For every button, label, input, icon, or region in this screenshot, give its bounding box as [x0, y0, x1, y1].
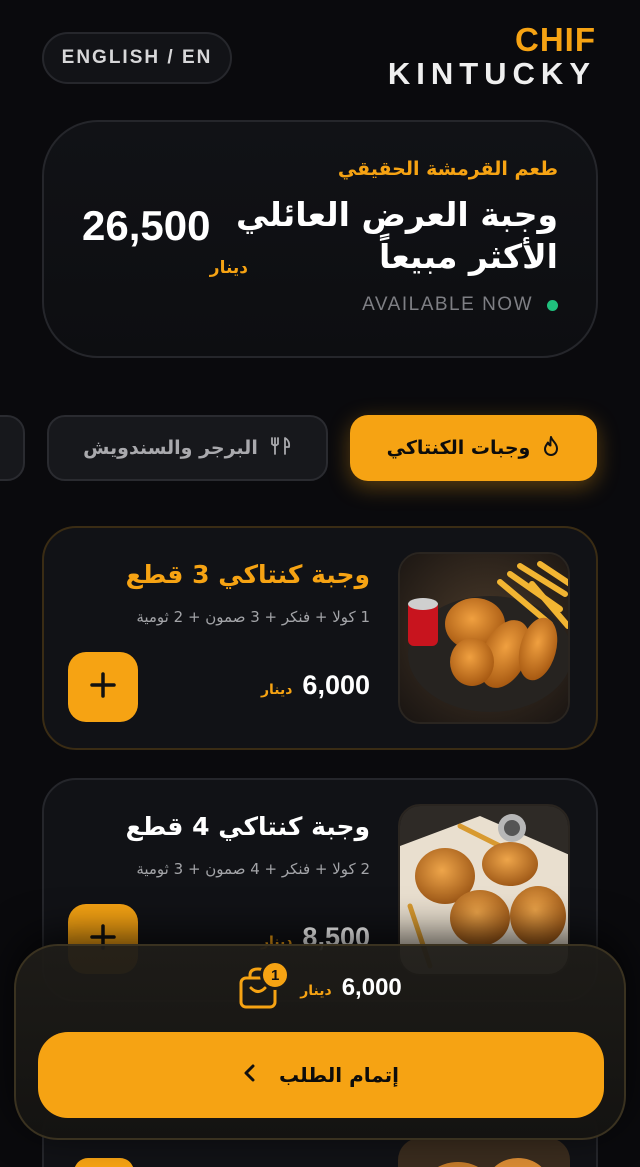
featured-offer-title: وجبة العرض العائلي الأكثر مبيعاً [236, 195, 558, 276]
tab-burgers-sandwiches-label: البرجر والسندويش [83, 437, 258, 459]
tab-next-partial[interactable] [0, 415, 25, 481]
product-description: 2 كولا + فنكر + 4 صمون + 3 ثومية [136, 860, 370, 878]
brand-logo-bottom: KINTUCKY [387, 56, 596, 91]
cart-button[interactable]: 1 [238, 960, 291, 1010]
chevron-left-icon [243, 1063, 257, 1087]
fork-knife-icon [270, 436, 292, 461]
plus-icon [89, 671, 117, 703]
featured-offer-price: 26,500 [82, 202, 211, 249]
add-to-cart-button[interactable] [74, 1158, 134, 1167]
availability-status: AVAILABLE NOW [362, 294, 558, 316]
cart-count-badge: 1 [260, 960, 291, 990]
brand-logo-top: CHIF [515, 21, 596, 58]
availability-status-text: AVAILABLE NOW [362, 294, 533, 315]
cart-total-value: 6,000 [341, 974, 402, 1001]
product-image [398, 552, 570, 724]
featured-offer-tagline: طعم القرمشة الحقيقي [337, 158, 558, 180]
checkout-button-label: إتمام الطلب [278, 1063, 400, 1087]
add-to-cart-button[interactable] [68, 652, 138, 722]
category-tabs: وجبات الكنتاكي البرجر والسندويش [0, 415, 640, 483]
cart-total: دينار 6,000 [300, 974, 402, 1002]
product-title: وجبة كنتاكي 3 قطع [125, 560, 370, 589]
product-image [398, 1138, 570, 1167]
language-toggle-button[interactable]: ENGLISH / EN [42, 32, 232, 84]
product-card[interactable]: وجبة كنتاكي 3 قطع 1 كولا + فنكر + 3 صمون… [42, 526, 598, 750]
tab-kentucky-meals[interactable]: وجبات الكنتاكي [350, 415, 597, 481]
tab-burgers-sandwiches[interactable]: البرجر والسندويش [47, 415, 328, 481]
language-toggle-label: ENGLISH / EN [61, 47, 213, 68]
featured-offer-currency: دينار [209, 258, 248, 278]
product-price-currency: دينار [260, 682, 293, 698]
cart-total-currency: دينار [300, 983, 332, 999]
cart-summary: 1 دينار 6,000 [16, 960, 624, 1010]
status-dot-icon [547, 299, 558, 311]
tab-kentucky-meals-label: وجبات الكنتاكي [386, 437, 531, 459]
product-price-value: 6,000 [302, 670, 370, 700]
product-price: دينار 6,000 [261, 670, 370, 701]
shopping-bag-icon [238, 967, 278, 1014]
cart-bar: 1 دينار 6,000 إتمام الطلب [14, 944, 626, 1140]
brand-logo: CHIF KINTUCKY [388, 22, 596, 90]
flame-icon [542, 435, 560, 461]
product-description: 1 كولا + فنكر + 3 صمون + 2 ثومية [136, 608, 370, 626]
checkout-button[interactable]: إتمام الطلب [38, 1032, 604, 1118]
product-title: وجبة كنتاكي 4 قطع [125, 812, 370, 841]
featured-offer-card[interactable]: طعم القرمشة الحقيقي وجبة العرض العائلي ا… [42, 120, 598, 358]
